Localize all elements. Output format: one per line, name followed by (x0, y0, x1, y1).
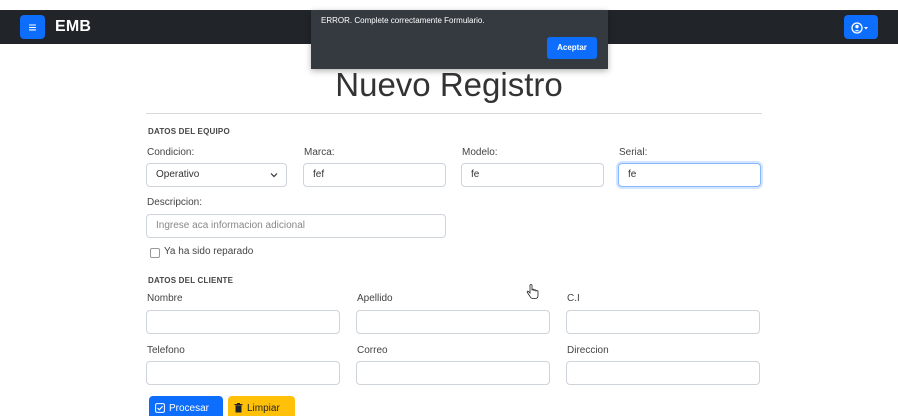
ci-input[interactable] (566, 310, 760, 334)
telefono-label: Telefono (147, 345, 185, 356)
ci-label: C.I (567, 293, 580, 304)
descripcion-label: Descripcion: (147, 197, 203, 208)
menu-toggle-button[interactable]: ≡ (20, 15, 45, 39)
hand-cursor-icon (526, 284, 539, 299)
apellido-input[interactable] (356, 310, 550, 334)
limpiar-button[interactable]: Limpiar (228, 396, 295, 416)
correo-input[interactable] (356, 361, 550, 385)
serial-label: Serial: (619, 147, 648, 158)
modelo-label: Modelo: (462, 147, 498, 158)
alert-accept-button[interactable]: Aceptar (547, 37, 597, 59)
check-square-icon (155, 403, 165, 414)
telefono-input[interactable] (146, 361, 340, 385)
equipo-section-title: DATOS DEL EQUIPO (148, 127, 230, 136)
nombre-input[interactable] (146, 310, 340, 334)
trash-icon (234, 403, 243, 413)
alert-message: ERROR. Complete correctamente Formulario… (321, 16, 485, 25)
correo-label: Correo (357, 345, 388, 356)
chevron-down-icon (270, 173, 278, 178)
direccion-input[interactable] (566, 361, 760, 385)
marca-label: Marca: (304, 147, 335, 158)
limpiar-label: Limpiar (247, 403, 280, 414)
condicion-label: Condicion: (147, 147, 195, 158)
apellido-label: Apellido (357, 293, 393, 304)
descripcion-input[interactable]: Ingrese aca informacion adicional (146, 214, 446, 238)
brand[interactable]: EMB (55, 18, 91, 36)
error-alert: ERROR. Complete correctamente Formulario… (311, 10, 608, 69)
hamburger-icon: ≡ (28, 19, 37, 35)
page-title: Nuevo Registro (335, 66, 563, 103)
procesar-label: Procesar (169, 403, 210, 414)
marca-input[interactable]: fef (303, 163, 446, 187)
divider (146, 113, 762, 114)
reparado-checkbox[interactable] (150, 248, 160, 258)
reparado-label: Ya ha sido reparado (164, 246, 254, 257)
cliente-section-title: DATOS DEL CLIENTE (148, 276, 234, 285)
user-menu-button[interactable] (844, 15, 878, 39)
condicion-select[interactable]: Operativo (146, 163, 287, 187)
nombre-label: Nombre (147, 293, 183, 304)
direccion-label: Direccion (567, 345, 609, 356)
procesar-button[interactable]: Procesar (149, 396, 223, 416)
modelo-input[interactable]: fe (461, 163, 604, 187)
user-circle-icon (851, 22, 868, 34)
condicion-value: Operativo (156, 169, 200, 180)
serial-input[interactable]: fe (618, 163, 761, 187)
